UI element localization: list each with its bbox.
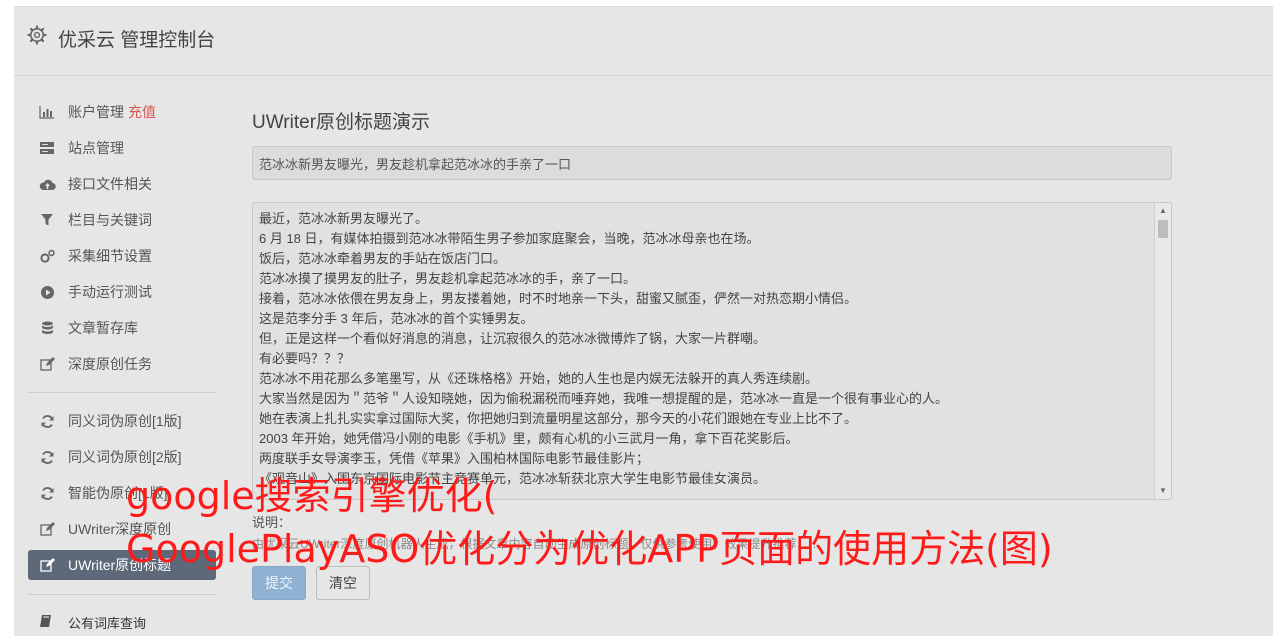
content-line: 2003 年开始，她凭借冯小刚的电影《手机》里，颇有心机的小三武月一角，拿下百花… <box>259 431 799 446</box>
refresh-icon <box>38 413 56 429</box>
content-line: 6 月 18 日，有媒体拍摄到范冰冰带陌生男子参加家庭聚会，当晚，范冰冰母亲也在… <box>259 231 760 246</box>
sidebar-item-columns-keywords[interactable]: 栏目与关键词 <box>28 202 218 238</box>
content-line: 最近，范冰冰新男友曝光了。 <box>259 211 429 226</box>
edit-icon <box>38 356 56 372</box>
content-line: 有必要吗？？？ <box>259 351 351 366</box>
content-line: 范冰冰不用花那么多笔墨写，从《还珠格格》开始，她的人生也是内娱无法躲开的真人秀连… <box>259 371 819 386</box>
content-line: 大家当然是因为＂范爷＂人设知晓她，因为偷税漏税而唾弃她，我唯一想提醒的是，范冰冰… <box>259 391 949 406</box>
sidebar-divider <box>28 392 216 393</box>
sidebar-item-label: 账户管理 <box>68 104 124 120</box>
sidebar-item-label: 站点管理 <box>68 140 124 156</box>
book-icon <box>39 614 55 631</box>
scroll-down-arrow-icon[interactable]: ▼ <box>1155 483 1171 499</box>
sidebar-item-deep-original-task[interactable]: 深度原创任务 <box>28 346 218 382</box>
gears-icon <box>38 248 56 264</box>
top-bar: 优采云 管理控制台 <box>14 7 1273 76</box>
content-line: 两度联手女导演李玉，凭借《苹果》入围柏林国际电影节最佳影片； <box>259 451 650 466</box>
sidebar-item-manual-run[interactable]: 手动运行测试 <box>28 274 218 310</box>
sidebar-item-label: 同义词伪原创[2版] <box>68 449 182 465</box>
server-icon <box>38 140 56 156</box>
sidebar-item-label: 深度原创任务 <box>68 356 152 372</box>
cloud-upload-icon <box>38 176 56 192</box>
gear-icon <box>27 25 47 45</box>
content-text: 最近，范冰冰新男友曝光了。 6 月 18 日，有媒体拍摄到范冰冰带陌生男子参加家庭… <box>259 209 1149 489</box>
sidebar-item-label: 栏目与关键词 <box>68 212 152 228</box>
recharge-link[interactable]: 充值 <box>128 102 156 122</box>
sidebar-item-label: 手动运行测试 <box>68 284 152 300</box>
sidebar-item-label: 同义词伪原创[1版] <box>68 413 182 429</box>
content-line: 范冰冰摸了摸男友的肚子，男友趁机拿起范冰冰的手，亲了一口。 <box>259 271 637 286</box>
scroll-thumb[interactable] <box>1158 220 1168 238</box>
refresh-icon <box>38 485 56 501</box>
content-line: 饭后，范冰冰牵着男友的手站在饭店门口。 <box>259 251 507 266</box>
sidebar-item-account[interactable]: 账户管理 充值 <box>28 94 218 130</box>
page-title: UWriter原创标题演示 <box>252 112 431 133</box>
overlay-line-1: google搜索引擎优化( <box>126 474 498 518</box>
watermark-overlay-text: google搜索引擎优化( GooglePlayASO优化分为优化APP页面的使… <box>126 470 1053 576</box>
bar-chart-icon <box>38 104 56 120</box>
refresh-icon <box>38 449 56 465</box>
sidebar-divider <box>28 594 216 595</box>
sidebar-item-interface-files[interactable]: 接口文件相关 <box>28 166 218 202</box>
sidebar-item-label: 文章暂存库 <box>68 320 138 336</box>
edit-icon <box>38 557 56 573</box>
sidebar-item-label: 采集细节设置 <box>68 248 152 264</box>
content-line: 接着，范冰冰依偎在男友身上，男友搂着她，时不时地亲一下头，甜蜜又腻歪，俨然一对热… <box>259 291 858 306</box>
title-input[interactable] <box>252 146 1172 180</box>
database-icon <box>38 320 56 336</box>
content-line: 这是范李分手 3 年后，范冰冰的首个实锤男友。 <box>259 311 534 326</box>
sidebar-item-label: 公有词库查询 <box>68 616 147 631</box>
sidebar-item-collect-settings[interactable]: 采集细节设置 <box>28 238 218 274</box>
content-line: 但，正是这样一个看似好消息的消息，让沉寂很久的范冰冰微博炸了锅，大家一片群嘲。 <box>259 331 767 346</box>
sidebar-item-article-storage[interactable]: 文章暂存库 <box>28 310 218 346</box>
filter-icon <box>38 212 56 228</box>
scroll-up-arrow-icon[interactable]: ▲ <box>1155 203 1171 219</box>
content-line: 她在表演上扎扎实实拿过国际大奖，你把她归到流量明星这部分，那今天的小花们跟她在专… <box>259 411 858 426</box>
scrollbar[interactable]: ▲ ▼ <box>1154 203 1171 499</box>
edit-icon <box>38 521 56 537</box>
sidebar-item-public-lexicon[interactable]: 公有词库查询 <box>39 613 146 632</box>
app-title: 优采云 管理控制台 <box>58 30 216 51</box>
sidebar-item-sites[interactable]: 站点管理 <box>28 130 218 166</box>
sidebar-item-synonym-v1[interactable]: 同义词伪原创[1版] <box>28 403 218 439</box>
sidebar-item-label: 接口文件相关 <box>68 176 152 192</box>
play-circle-icon <box>38 284 56 300</box>
overlay-line-2: GooglePlayASO优化分为优化APP页面的使用方法(图) <box>126 527 1053 571</box>
content-textarea[interactable]: 最近，范冰冰新男友曝光了。 6 月 18 日，有媒体拍摄到范冰冰带陌生男子参加家庭… <box>252 202 1172 500</box>
